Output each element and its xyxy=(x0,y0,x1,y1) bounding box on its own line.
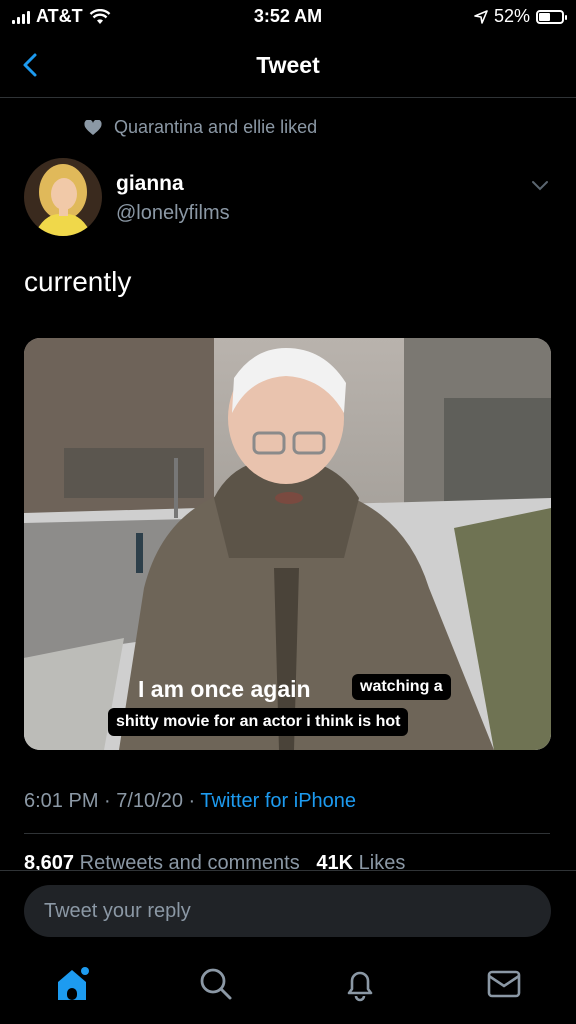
bell-icon[interactable] xyxy=(340,964,380,1004)
avatar[interactable] xyxy=(24,158,102,236)
status-bar: AT&T 3:52 AM 52% xyxy=(0,0,576,34)
tweet-media[interactable]: I am once again watching a shitty movie … xyxy=(24,338,551,750)
divider xyxy=(24,833,550,834)
tweet-author: gianna @lonelyfilms xyxy=(24,158,554,240)
source-link[interactable]: Twitter for iPhone xyxy=(200,790,356,812)
meme-caption-line1: I am once again xyxy=(138,676,311,702)
social-context[interactable]: Quarantina and ellie liked xyxy=(84,117,317,138)
location-icon xyxy=(474,9,488,24)
chevron-down-icon[interactable] xyxy=(530,178,550,192)
tab-bar xyxy=(0,950,576,1024)
battery-icon xyxy=(536,9,567,24)
author-handle[interactable]: @lonelyfilms xyxy=(116,202,230,225)
tweet-timestamp: 6:01 PM · 7/10/20 · Twitter for iPhone xyxy=(24,790,356,813)
page-title: Tweet xyxy=(256,52,320,78)
social-context-text: Quarantina and ellie liked xyxy=(114,117,318,137)
timestamp-text: 6:01 PM · 7/10/20 · xyxy=(24,790,201,812)
home-icon[interactable] xyxy=(52,964,92,1004)
mail-icon[interactable] xyxy=(484,964,524,1004)
battery-fill xyxy=(539,12,551,21)
author-name[interactable]: gianna xyxy=(116,172,184,196)
tweet-text: currently xyxy=(24,266,132,297)
nav-header: Tweet xyxy=(0,36,576,98)
reply-input[interactable]: Tweet your reply xyxy=(24,885,551,937)
meme-caption-tag1: watching a xyxy=(352,674,451,700)
search-icon[interactable] xyxy=(196,964,236,1004)
meme-caption-line2: shitty movie for an actor i think is hot xyxy=(108,708,409,736)
heart-icon xyxy=(84,119,102,135)
battery-percent: 52% xyxy=(493,6,530,26)
reply-bar: Tweet your reply xyxy=(0,870,576,950)
